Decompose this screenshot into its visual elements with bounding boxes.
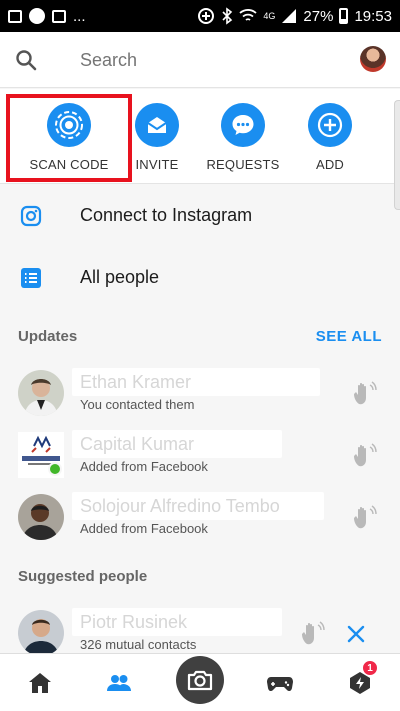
search-icon[interactable] [14,48,38,72]
all-people-label: All people [80,267,160,287]
invite-circle [135,103,179,147]
requests-button[interactable]: REQUESTS [198,103,288,172]
network-type: 4G [263,11,276,21]
instagram-icon [20,205,42,227]
scan-code-highlight [6,94,132,182]
person-name: Ethan Kramer [80,372,192,392]
suggested-people-title: Suggested people [18,568,148,585]
dismiss-icon[interactable] [346,624,366,644]
avatar [18,610,64,656]
person-subtitle: Added from Facebook [80,521,208,536]
updates-title: Updates [18,328,78,345]
requests-label: REQUESTS [206,157,280,172]
see-all-link[interactable]: SEE ALL [316,328,382,345]
notification-badge: 1 [362,660,378,676]
add-label: ADD [315,157,345,172]
invite-icon [147,117,167,133]
bluetooth-icon [222,7,233,25]
camera-button[interactable] [176,656,224,704]
camera-icon [187,670,213,691]
person-name: Solojour Alfredino Tembo [80,496,280,516]
add-button[interactable]: ADD [285,103,375,172]
games-icon[interactable] [266,670,294,696]
signal-icon [282,9,297,23]
profile-avatar[interactable] [360,46,386,72]
wave-icon[interactable] [350,504,378,532]
more-notifications: ... [73,7,86,25]
battery-icon [339,8,349,24]
person-subtitle: 326 mutual contacts [80,637,197,652]
update-person-row[interactable]: Capital Kumar Added from Facebook [0,426,400,486]
clock: 19:53 [354,7,392,25]
status-bar: ... 4G 27% 19:53 [0,0,400,32]
requests-icon [232,115,254,135]
update-person-row[interactable]: Solojour Alfredino Tembo Added from Face… [0,488,400,548]
requests-circle [221,103,265,147]
person-name: Capital Kumar [80,434,195,454]
wifi-icon [239,9,258,21]
person-subtitle: You contacted them [80,397,195,412]
search-input[interactable] [80,46,320,74]
wave-icon[interactable] [298,620,326,648]
edge-panel-handle[interactable] [394,100,400,210]
connect-instagram-row[interactable]: Connect to Instagram [0,198,400,234]
update-person-row[interactable]: Ethan Kramer You contacted them [0,364,400,424]
bottom-navigation: 1 [0,653,400,711]
home-icon[interactable] [27,670,53,696]
avatar [18,494,64,540]
wave-icon[interactable] [350,380,378,408]
wave-icon[interactable] [350,442,378,470]
search-bar [0,32,400,88]
battery-percent: 27% [303,7,334,25]
people-icon[interactable] [106,670,132,696]
person-name: Piotr Rusinek [80,612,188,632]
invite-label: INVITE [135,157,179,172]
list-icon [21,268,41,288]
gmail-notification-icon [52,9,66,23]
avatar [18,370,64,416]
data-saver-icon [198,8,215,24]
add-circle [308,103,352,147]
pinterest-notification-icon [29,8,45,24]
person-subtitle: Added from Facebook [80,459,208,474]
add-icon [317,112,343,138]
all-people-row[interactable]: All people [0,260,400,296]
quick-actions: SCAN CODE INVITE REQUESTS ADD [0,89,400,184]
gallery-notification-icon [8,9,22,23]
online-status-dot [48,462,62,476]
connect-instagram-label: Connect to Instagram [80,205,253,225]
